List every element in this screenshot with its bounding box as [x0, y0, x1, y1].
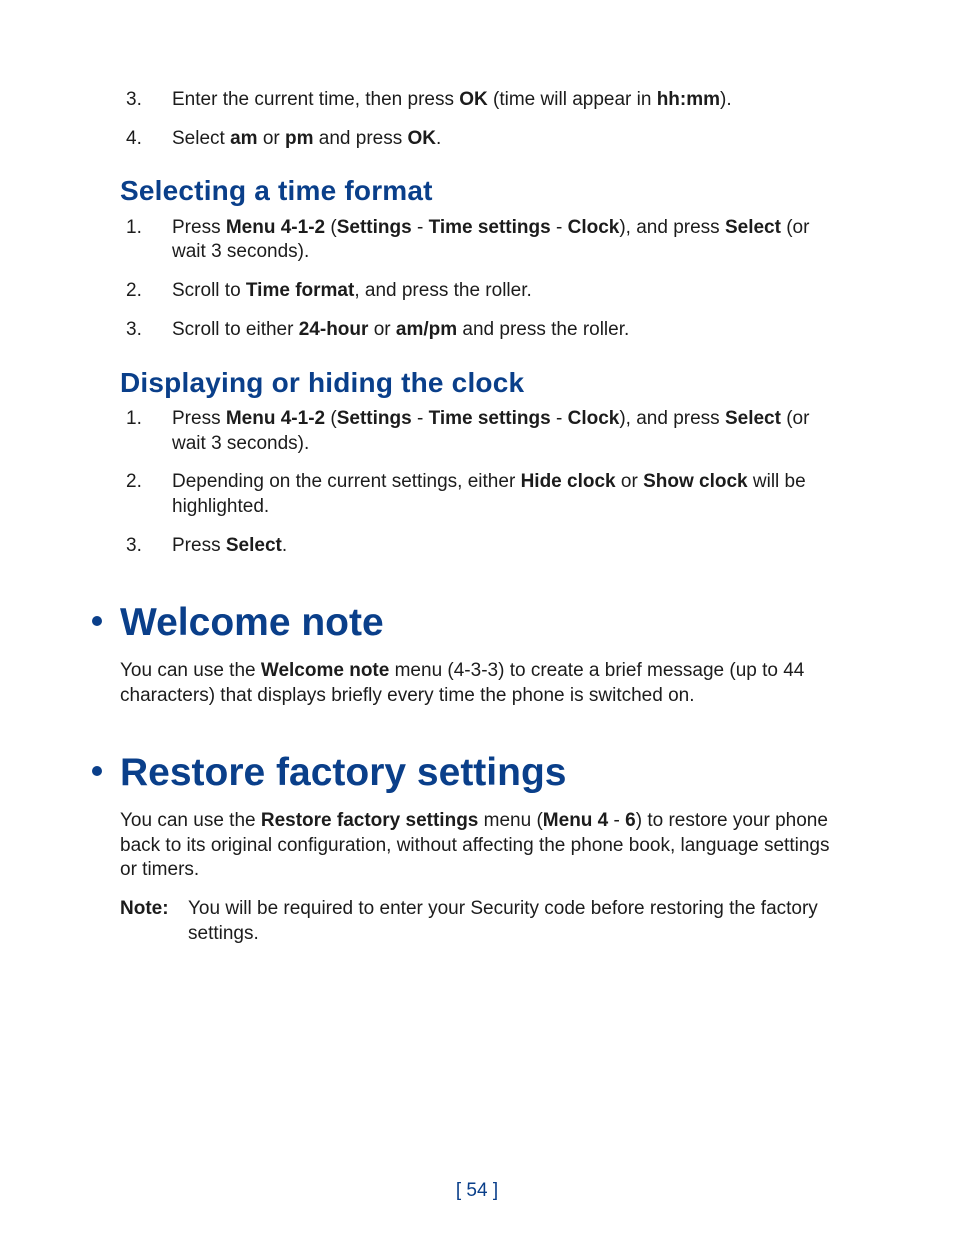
bullet-icon — [92, 616, 102, 626]
list-item-body: Scroll to either 24-hour or am/pm and pr… — [172, 318, 834, 343]
page-number: [ 54 ] — [0, 1179, 954, 1204]
bullet-icon — [92, 766, 102, 776]
heading-welcome-note: Welcome note — [120, 598, 834, 649]
note-body: You will be required to enter your Secur… — [188, 897, 834, 946]
note-label: Note: — [120, 897, 188, 946]
list-item-number: 3. — [120, 88, 172, 113]
list-item: 1.Press Menu 4-1-2 (Settings - Time sett… — [120, 216, 834, 265]
list-item-body: Press Menu 4-1-2 (Settings - Time settin… — [172, 407, 834, 456]
list-item: 2.Scroll to Time format, and press the r… — [120, 279, 834, 304]
list-item-body: Depending on the current settings, eithe… — [172, 470, 834, 519]
list-item-number: 3. — [120, 534, 172, 559]
list-item: 3.Scroll to either 24-hour or am/pm and … — [120, 318, 834, 343]
list-item-body: Enter the current time, then press OK (t… — [172, 88, 834, 113]
list-item-number: 3. — [120, 318, 172, 343]
heading-restore-factory-settings: Restore factory settings — [120, 748, 834, 799]
list-item-number: 2. — [120, 279, 172, 304]
intro-steps: 3.Enter the current time, then press OK … — [120, 88, 834, 151]
heading-selecting-time-format: Selecting a time format — [120, 173, 834, 209]
displaying-hiding-clock-steps: 1.Press Menu 4-1-2 (Settings - Time sett… — [120, 407, 834, 558]
list-item-number: 1. — [120, 216, 172, 265]
list-item: 4.Select am or pm and press OK. — [120, 127, 834, 152]
list-item-number: 4. — [120, 127, 172, 152]
restore-paragraph: You can use the Restore factory settings… — [120, 809, 834, 883]
list-item-body: Press Select. — [172, 534, 834, 559]
list-item-number: 1. — [120, 407, 172, 456]
list-item-number: 2. — [120, 470, 172, 519]
list-item: 1.Press Menu 4-1-2 (Settings - Time sett… — [120, 407, 834, 456]
heading-restore-text: Restore factory settings — [120, 751, 566, 794]
welcome-note-paragraph: You can use the Welcome note menu (4-3-3… — [120, 659, 834, 708]
list-item: 2.Depending on the current settings, eit… — [120, 470, 834, 519]
list-item: 3.Press Select. — [120, 534, 834, 559]
list-item: 3.Enter the current time, then press OK … — [120, 88, 834, 113]
heading-displaying-hiding-clock: Displaying or hiding the clock — [120, 365, 834, 401]
list-item-body: Scroll to Time format, and press the rol… — [172, 279, 834, 304]
restore-note: Note: You will be required to enter your… — [120, 897, 834, 946]
list-item-body: Press Menu 4-1-2 (Settings - Time settin… — [172, 216, 834, 265]
heading-welcome-note-text: Welcome note — [120, 601, 384, 644]
list-item-body: Select am or pm and press OK. — [172, 127, 834, 152]
selecting-time-format-steps: 1.Press Menu 4-1-2 (Settings - Time sett… — [120, 216, 834, 343]
